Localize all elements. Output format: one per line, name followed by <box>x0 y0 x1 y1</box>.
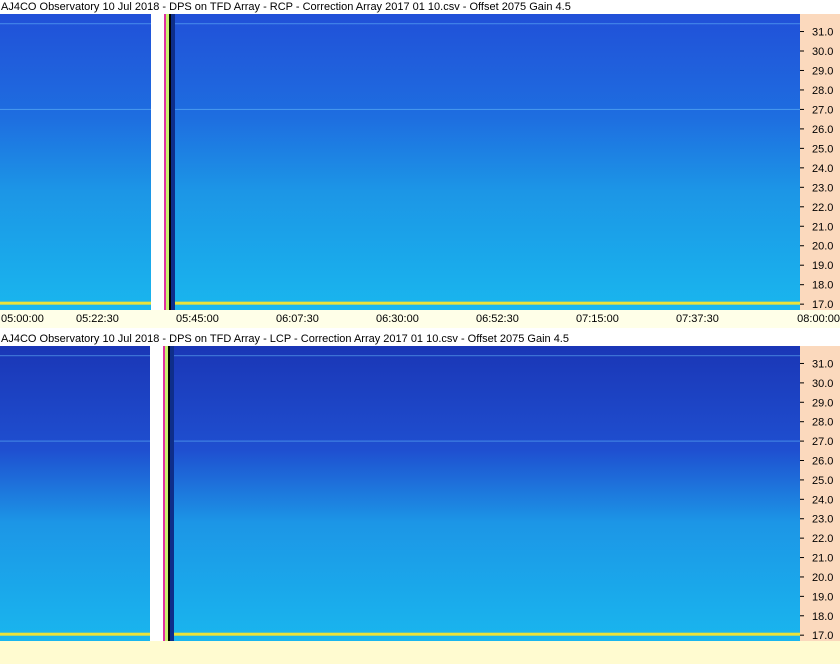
frequency-tick-label: 19.0 <box>812 260 833 272</box>
band-line-17 <box>0 301 800 305</box>
time-tick-label: 05:22:30 <box>76 313 119 325</box>
frequency-tick-label: 20.0 <box>812 241 833 253</box>
frequency-tick-label: 26.0 <box>812 124 833 136</box>
frequency-tick-label: 28.0 <box>812 417 833 429</box>
time-tick-label: 06:07:30 <box>276 313 319 325</box>
frequency-tick-label: 25.0 <box>812 143 833 155</box>
data-gap-stripe <box>150 346 163 641</box>
faint-line <box>0 108 800 110</box>
frequency-tick-label: 17.0 <box>812 299 833 310</box>
spectrogram-background <box>0 14 800 310</box>
lcp-title: AJ4CO Observatory 10 Jul 2018 - DPS on T… <box>1 333 569 345</box>
frequency-tick-label: 30.0 <box>812 378 833 390</box>
rcp-spectrogram: 31.0 30.0 29.0 28.0 27.0 26.0 25.0 24.0 23.0 22.0… <box>0 14 840 310</box>
time-tick-label: 07:15:00 <box>576 313 619 325</box>
frequency-tick-label: 27.0 <box>812 436 833 448</box>
data-gap-stripe <box>168 346 170 641</box>
frequency-tick-label: 21.0 <box>812 221 833 233</box>
data-gap-stripe <box>151 14 164 310</box>
time-tick-label: 05:45:00 <box>176 313 219 325</box>
spectrogram-window: AJ4CO Observatory 10 Jul 2018 - DPS on T… <box>0 0 840 664</box>
data-gap-stripe <box>163 346 165 641</box>
frequency-tick-label: 31.0 <box>812 358 833 370</box>
frequency-tick-label: 17.0 <box>812 630 833 641</box>
frequency-tick-label: 24.0 <box>812 494 833 506</box>
data-gap-stripe <box>171 14 175 310</box>
frequency-tick-label: 21.0 <box>812 553 833 565</box>
data-gap-stripe <box>164 14 166 310</box>
rcp-time-axis: 05:00:00 05:22:30 05:45:00 06:07:30 06:30:00… <box>0 310 840 328</box>
data-gap-stripe <box>170 346 174 641</box>
frequency-tick-label: 20.0 <box>812 572 833 584</box>
frequency-tick-label: 23.0 <box>812 514 833 526</box>
frequency-tick-label: 19.0 <box>812 591 833 603</box>
time-tick-label: 07:37:30 <box>676 313 719 325</box>
data-gap-stripe <box>165 346 168 641</box>
rcp-title: AJ4CO Observatory 10 Jul 2018 - DPS on T… <box>1 1 571 13</box>
frequency-tick-label: 28.0 <box>812 85 833 97</box>
lcp-title-bar: AJ4CO Observatory 10 Jul 2018 - DPS on T… <box>0 332 840 346</box>
frequency-tick-label: 27.0 <box>812 104 833 116</box>
frequency-tick-label: 22.0 <box>812 202 833 214</box>
time-tick-label: 08:00:00 <box>797 313 840 325</box>
frequency-tick-label: 26.0 <box>812 456 833 468</box>
frequency-tick-label: 18.0 <box>812 611 833 623</box>
lcp-spectrogram: 31.0 30.0 29.0 28.0 27.0 26.0 25.0 24.0 23.0 22.0… <box>0 346 840 641</box>
frequency-tick-label: 31.0 <box>812 27 833 39</box>
faint-line <box>0 440 800 442</box>
frequency-tick-label: 22.0 <box>812 533 833 545</box>
data-gap-stripe <box>169 14 171 310</box>
frequency-tick-label: 29.0 <box>812 397 833 409</box>
data-gap-stripe <box>166 14 169 310</box>
time-tick-label: 05:00:00 <box>1 313 44 325</box>
lcp-bottom-strip <box>0 641 840 664</box>
frequency-tick-label: 30.0 <box>812 46 833 58</box>
faint-line <box>0 23 800 25</box>
frequency-tick-label: 24.0 <box>812 163 833 175</box>
faint-line <box>0 355 800 357</box>
time-tick-label: 06:30:00 <box>376 313 419 325</box>
spectrogram-background <box>0 346 800 641</box>
frequency-tick-label: 18.0 <box>812 280 833 292</box>
frequency-tick-label: 29.0 <box>812 65 833 77</box>
band-line-17 <box>0 632 800 636</box>
frequency-tick-label: 23.0 <box>812 182 833 194</box>
frequency-tick-label: 25.0 <box>812 475 833 487</box>
rcp-title-bar: AJ4CO Observatory 10 Jul 2018 - DPS on T… <box>0 0 840 14</box>
time-tick-label: 06:52:30 <box>476 313 519 325</box>
